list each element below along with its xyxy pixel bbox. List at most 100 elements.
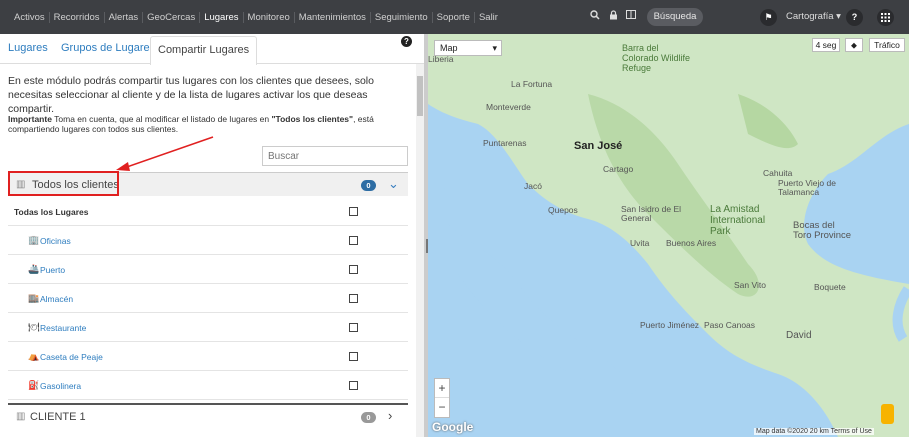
tab-compartir-lugares[interactable]: Compartir Lugares bbox=[150, 36, 258, 65]
map-label-cartago: Cartago bbox=[603, 164, 634, 174]
search-input[interactable] bbox=[262, 146, 408, 166]
lock-icon[interactable] bbox=[606, 10, 620, 24]
zoom-control: + − bbox=[434, 378, 450, 418]
map-label-la-fortuna: La Fortuna bbox=[511, 79, 553, 89]
zoom-out-button[interactable]: − bbox=[435, 398, 449, 417]
restaurant-icon: 🍽 bbox=[28, 322, 40, 332]
tab-lugares[interactable]: Lugares bbox=[8, 42, 48, 54]
place-label[interactable]: Gasolinera bbox=[40, 381, 81, 391]
place-checkbox[interactable] bbox=[349, 236, 358, 245]
nav-salir[interactable]: Salir bbox=[475, 12, 502, 23]
cartography-label: Cartografía bbox=[786, 11, 834, 22]
important-note: Importante Toma en cuenta, que al modifi… bbox=[8, 114, 408, 134]
note-text-before: Toma en cuenta, que al modificar el list… bbox=[51, 114, 272, 124]
place-checkbox[interactable] bbox=[349, 294, 358, 303]
building-icon: ▥ bbox=[16, 411, 26, 422]
map-label-buenos-aires: Buenos Aires bbox=[666, 238, 717, 248]
all-places-label: Todas los Lugares bbox=[14, 207, 89, 217]
note-highlight: "Todos los clientes" bbox=[271, 114, 354, 124]
map-label-boquete: Boquete bbox=[814, 282, 846, 292]
google-logo: Google bbox=[432, 420, 474, 434]
place-label[interactable]: Restaurante bbox=[40, 323, 86, 333]
map-label-la-amistad: La Amistad International Park bbox=[710, 204, 766, 237]
main-nav: Activos Recorridos Alertas GeoCercas Lug… bbox=[10, 0, 502, 34]
map-label-monteverde: Monteverde bbox=[486, 102, 531, 112]
tab-grupos-de-lugares[interactable]: Grupos de Lugares bbox=[61, 42, 155, 54]
chevron-right-icon[interactable]: › bbox=[388, 408, 392, 423]
help-icon[interactable]: ? bbox=[401, 36, 412, 47]
traffic-button[interactable]: Tráfico bbox=[869, 38, 905, 52]
grid-icon[interactable] bbox=[877, 9, 894, 26]
place-label[interactable]: Caseta de Peaje bbox=[40, 352, 103, 362]
nav-recorridos[interactable]: Recorridos bbox=[50, 11, 105, 23]
nav-mantenimientos[interactable]: Mantenimientos bbox=[295, 11, 371, 23]
map-label-san-jose: San José bbox=[574, 140, 623, 152]
cartography-menu[interactable]: Cartografía ▾ bbox=[786, 11, 841, 22]
count-badge: 0 bbox=[361, 180, 376, 191]
map-label-uvita: Uvita bbox=[630, 238, 650, 248]
toll-icon: ⛺ bbox=[28, 351, 40, 361]
map-label-quepos: Quepos bbox=[548, 205, 578, 215]
top-bar: Activos Recorridos Alertas GeoCercas Lug… bbox=[0, 0, 909, 34]
all-places-checkbox[interactable] bbox=[349, 207, 358, 216]
flag-icon[interactable]: ⚑ bbox=[760, 9, 777, 26]
scrollbar[interactable] bbox=[416, 64, 424, 437]
place-label[interactable]: Oficinas bbox=[40, 236, 71, 246]
map-label-cahuita: Cahuita bbox=[763, 168, 793, 178]
ship-icon: 🚢 bbox=[28, 264, 40, 274]
note-strong: Importante bbox=[8, 114, 52, 124]
nav-soporte[interactable]: Soporte bbox=[433, 11, 475, 23]
scrollbar-thumb[interactable] bbox=[417, 76, 423, 116]
nav-activos[interactable]: Activos bbox=[10, 11, 50, 23]
place-checkbox[interactable] bbox=[349, 265, 358, 274]
nav-monitoreo[interactable]: Monitoreo bbox=[244, 11, 295, 23]
caret-down-icon: ▾ bbox=[836, 11, 841, 22]
place-row: 🏢 Oficinas bbox=[8, 226, 408, 255]
map-type-value: Map bbox=[440, 43, 458, 53]
chevron-down-icon[interactable]: ⌄ bbox=[388, 176, 399, 192]
nav-geocercas[interactable]: GeoCercas bbox=[143, 11, 201, 23]
red-arrow-annotation bbox=[116, 136, 214, 171]
map-label-san-isidro: San Isidro de El General bbox=[621, 204, 682, 223]
place-checkbox[interactable] bbox=[349, 381, 358, 390]
nav-seguimiento[interactable]: Seguimiento bbox=[371, 11, 433, 23]
place-row: ⛽ Gasolinera bbox=[8, 371, 408, 400]
place-checkbox[interactable] bbox=[349, 352, 358, 361]
map-label-puntarenas: Puntarenas bbox=[483, 138, 527, 148]
map-label-jaco: Jacó bbox=[524, 181, 542, 191]
help-icon[interactable]: ? bbox=[846, 9, 863, 26]
place-row: 🍽 Restaurante bbox=[8, 313, 408, 342]
window-icon[interactable] bbox=[624, 10, 638, 24]
nav-alertas[interactable]: Alertas bbox=[105, 11, 144, 23]
map[interactable]: Liberia Barra del Colorado Wildlife Refu… bbox=[428, 34, 909, 437]
search-icon[interactable] bbox=[588, 10, 602, 24]
map-label-paso-canoas: Paso Canoas bbox=[704, 320, 756, 330]
count-badge: 0 bbox=[361, 412, 376, 423]
place-row: 🚢 Puerto bbox=[8, 255, 408, 284]
highlight-box bbox=[8, 171, 119, 196]
map-label-puerto-jimenez: Puerto Jiménez bbox=[640, 320, 700, 330]
pegman-icon[interactable] bbox=[881, 404, 894, 424]
group-row-cliente-1[interactable]: ▥ CLIENTE 1 0 › bbox=[8, 403, 408, 427]
module-description: En este módulo podrás compartir tus luga… bbox=[8, 75, 374, 115]
zoom-in-button[interactable]: + bbox=[435, 379, 449, 398]
place-checkbox[interactable] bbox=[349, 323, 358, 332]
place-label[interactable]: Puerto bbox=[40, 265, 65, 275]
search-button[interactable]: Búsqueda bbox=[647, 8, 703, 26]
map-attribution[interactable]: Map data ©2020 20 km Terms of Use bbox=[754, 428, 874, 435]
map-label-puerto-viejo: Puerto Viejo de Talamanca bbox=[778, 178, 836, 197]
building-icon: 🏢 bbox=[28, 235, 40, 245]
map-label-david: David bbox=[786, 330, 812, 341]
map-label-san-vito: San Vito bbox=[734, 280, 766, 290]
warehouse-icon: 🏬 bbox=[28, 293, 40, 303]
all-places-row: Todas los Lugares bbox=[8, 197, 408, 226]
marker-icon[interactable]: ⬥ bbox=[845, 38, 863, 52]
gas-station-icon: ⛽ bbox=[28, 380, 40, 390]
places-panel: Lugares Grupos de Lugares Compartir Luga… bbox=[0, 34, 424, 437]
nav-lugares[interactable]: Lugares bbox=[200, 11, 244, 23]
refresh-interval-button[interactable]: 4 seg bbox=[812, 38, 840, 52]
map-label-barra-del-colorado: Barra del Colorado Wildlife Refuge bbox=[622, 43, 691, 73]
place-label[interactable]: Almacén bbox=[40, 294, 73, 304]
place-row: ⛺ Caseta de Peaje bbox=[8, 342, 408, 371]
map-type-select[interactable]: Map ▾ bbox=[434, 40, 502, 56]
